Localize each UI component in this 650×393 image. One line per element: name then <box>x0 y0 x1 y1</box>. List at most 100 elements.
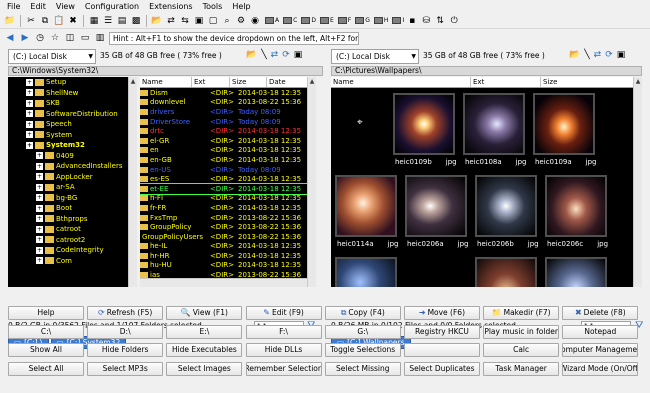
thumbnail-image[interactable] <box>475 175 537 237</box>
thumbnail-image[interactable] <box>475 257 537 287</box>
archive-icon[interactable]: ▣ <box>193 15 205 27</box>
button-select-images[interactable]: Select Images <box>166 361 243 376</box>
button-wizard-mode-on-off[interactable]: Wizard Mode (On/Off) <box>562 361 639 376</box>
tree-item[interactable]: + Bthprops <box>8 214 136 225</box>
button-remember-selection[interactable]: Remember Selection <box>245 361 322 376</box>
thumbnail-image[interactable] <box>533 93 595 155</box>
button-c[interactable]: C:\ <box>8 324 84 339</box>
button-hide-folders[interactable]: Hide Folders <box>87 343 164 357</box>
file-row[interactable]: fi-FI <DIR> 2014-03-18 12:35 <box>140 194 307 204</box>
thumbnail-image[interactable] <box>393 93 455 155</box>
file-row[interactable]: el-GR <DIR> 2014-03-18 12:35 <box>140 136 307 146</box>
thumbnail-image[interactable] <box>545 257 607 287</box>
tree-item[interactable]: + SoftwareDistribution <box>8 109 136 120</box>
delete-icon[interactable]: ✖ <box>67 15 79 27</box>
tree-item[interactable]: + Setup <box>8 77 136 88</box>
expand-icon[interactable]: + <box>26 110 33 118</box>
button-hide-dlls[interactable]: Hide DLLs <box>245 343 322 357</box>
tree-item[interactable]: + Boot <box>8 203 136 214</box>
button-hide-executables[interactable]: Hide Executables <box>166 343 243 357</box>
button-play-music-in-folder[interactable]: Play music in folder <box>483 324 560 339</box>
button-computer-management[interactable]: Computer Management <box>562 343 639 357</box>
settings-icon[interactable]: ⚙ <box>235 15 247 27</box>
button-move-f6[interactable]: ➜ Move (F6) <box>403 306 480 320</box>
power-icon[interactable]: ⏻ <box>448 15 460 27</box>
history-icon[interactable]: ◷ <box>34 32 46 44</box>
button-g[interactable]: G:\ <box>324 324 401 339</box>
file-row[interactable]: Dism <DIR> 2014-03-18 12:35 <box>140 88 307 98</box>
slash-icon[interactable]: ╲ <box>584 50 589 60</box>
panel-icon[interactable]: ▣ <box>294 50 303 60</box>
column-ext[interactable]: Ext <box>471 77 541 87</box>
tree-item[interactable]: + catroot2 <box>8 235 136 246</box>
left-drive-select[interactable]: (C:) Local Disk ▼ <box>8 49 96 64</box>
tree-item[interactable]: + ShellNew <box>8 88 136 99</box>
file-row[interactable]: DriverStore <DIR> Today 08:09 <box>140 117 307 127</box>
folder-icon[interactable]: 📁 <box>4 15 16 27</box>
column-name[interactable]: Name <box>140 77 192 87</box>
expand-icon[interactable]: + <box>36 194 43 202</box>
menu-tools[interactable]: Tools <box>203 2 223 11</box>
button-select-missing[interactable]: Select Missing <box>324 361 401 376</box>
thumbnail-image[interactable] <box>463 93 525 155</box>
file-row[interactable]: hu-HU <DIR> 2014-03-18 12:35 <box>140 261 307 271</box>
view-list-icon[interactable]: ☰ <box>102 15 114 27</box>
menu-configuration[interactable]: Configuration <box>85 2 139 11</box>
button-select-mp3s[interactable]: Select MP3s <box>87 361 164 376</box>
extract-icon[interactable]: ▢ <box>207 15 219 27</box>
tree-item[interactable]: + AppLocker <box>8 172 136 183</box>
tree-item[interactable]: +0409 <box>8 151 136 162</box>
button-registry-hkcu[interactable]: Registry HKCU <box>403 324 480 339</box>
sync-icon[interactable]: ⇄ <box>594 50 602 60</box>
expand-icon[interactable]: + <box>36 215 43 223</box>
column-name[interactable]: Name <box>331 77 471 87</box>
file-row[interactable]: fr-FR <DIR> 2014-03-18 12:35 <box>140 203 307 213</box>
tree-item[interactable]: + SKB <box>8 98 136 109</box>
drive-f-button[interactable]: F <box>337 17 351 24</box>
network-icon[interactable]: ⛁ <box>420 15 432 27</box>
drive-e-button[interactable]: E <box>319 17 334 24</box>
button-select-duplicates[interactable]: Select Duplicates <box>403 361 480 376</box>
column-size[interactable]: Size <box>541 77 633 87</box>
button-view-f1[interactable]: 🔍 View (F1) <box>166 306 243 320</box>
folder-icon[interactable]: 📂 <box>569 50 580 60</box>
file-row[interactable]: en-GB <DIR> 2014-03-18 12:35 <box>140 155 307 165</box>
tree-item[interactable]: + ar-SA <box>8 182 136 193</box>
new-folder-icon[interactable]: 📂 <box>151 15 163 27</box>
expand-icon[interactable]: + <box>36 183 43 191</box>
layout-icon[interactable]: ▥ <box>94 32 106 44</box>
forward-icon[interactable]: ▶ <box>19 32 31 44</box>
panel-icon[interactable]: ▣ <box>617 50 626 60</box>
button-makedir-f7[interactable]: 📁 Makedir (F7) <box>483 306 560 320</box>
file-row[interactable]: he-IL <DIR> 2014-03-18 12:35 <box>140 242 307 252</box>
drive-c-button[interactable]: C <box>283 17 297 24</box>
button-calc[interactable]: Calc <box>483 343 560 357</box>
compare-icon[interactable]: ⇆ <box>179 15 191 27</box>
column-size[interactable]: Size <box>230 77 267 87</box>
thumbnail-image[interactable] <box>545 175 607 237</box>
sync-icon[interactable]: ⇄ <box>165 15 177 27</box>
tree-item[interactable]: + System32 <box>8 140 136 151</box>
single-view-icon[interactable]: ▭ <box>79 32 91 44</box>
view-icon[interactable]: ▦ <box>88 15 100 27</box>
file-row[interactable]: GroupPolicyUsers <DIR> 2013-08-22 15:36 <box>140 232 307 242</box>
tree-item[interactable]: + System <box>8 130 136 141</box>
scroll-up-icon[interactable]: ▲ <box>308 77 316 86</box>
scroll-up-icon[interactable]: ▲ <box>129 77 137 86</box>
column-date[interactable]: Date <box>267 77 307 87</box>
drive-h-button[interactable]: H <box>373 17 388 24</box>
button-select-all[interactable]: Select All <box>8 361 84 376</box>
tree-item[interactable]: + catroot <box>8 224 136 235</box>
button-edit-f9[interactable]: ✎ Edit (F9) <box>245 306 322 320</box>
refresh-icon[interactable]: ⟳ <box>605 50 613 60</box>
thumbnail-image[interactable] <box>405 175 467 237</box>
file-row[interactable]: drivers <DIR> Today 08:09 <box>140 107 307 117</box>
expand-icon[interactable]: + <box>36 173 43 181</box>
sync-icon[interactable]: ⇄ <box>271 50 279 60</box>
paste-icon[interactable]: 📋 <box>53 15 65 27</box>
expand-icon[interactable]: + <box>26 78 33 86</box>
button-copy-f4[interactable]: ⧉ Copy (F4) <box>324 306 401 320</box>
split-view-icon[interactable]: ◫ <box>64 32 76 44</box>
button-e[interactable]: E:\ <box>166 324 243 339</box>
file-row[interactable]: downlevel <DIR> 2013-08-22 15:36 <box>140 98 307 108</box>
